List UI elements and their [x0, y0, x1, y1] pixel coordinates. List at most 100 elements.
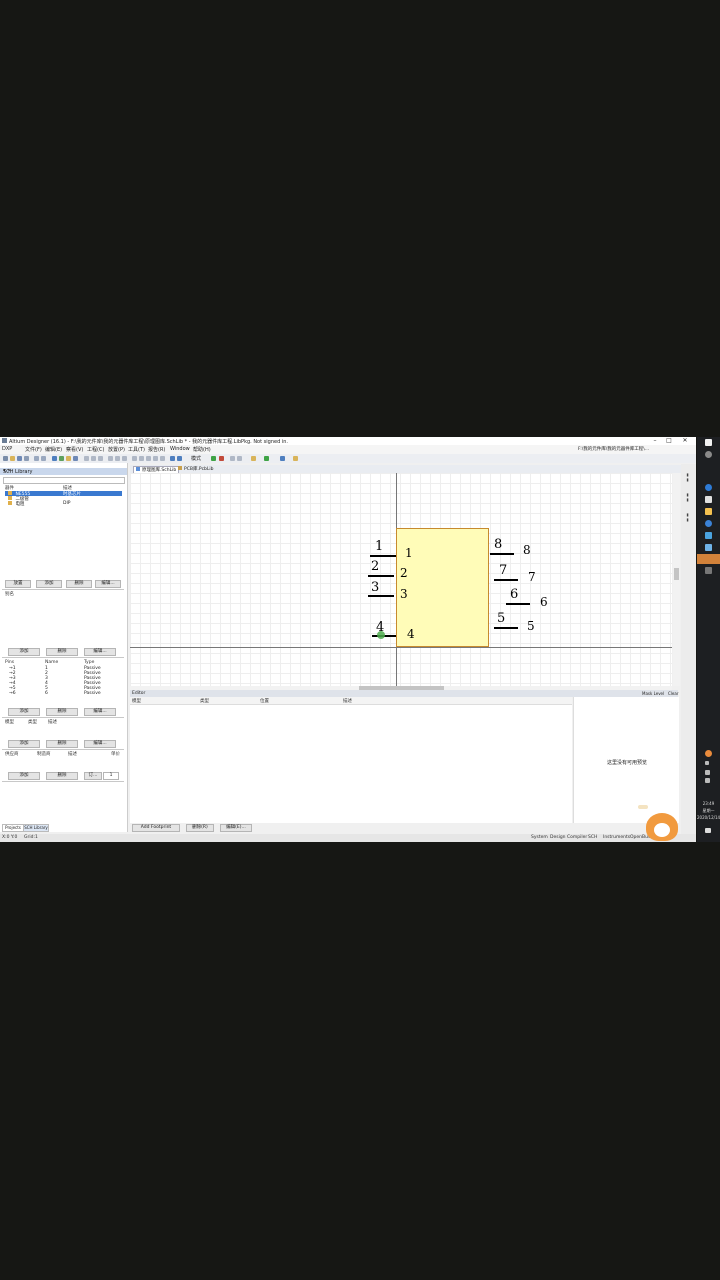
menu-window[interactable]: Window [170, 446, 190, 452]
minimize-button[interactable]: – [650, 437, 660, 445]
add-footprint-dropdown[interactable]: Add Footprint [132, 824, 180, 832]
file-explorer-icon[interactable] [705, 508, 712, 515]
drawing-tools-icon[interactable] [280, 456, 285, 461]
menu-project[interactable]: 工程(C) [87, 446, 104, 453]
pin-row[interactable]: →6 [9, 691, 16, 696]
right-panel-tab[interactable]: ▮▮ [685, 472, 690, 482]
windows-start-icon[interactable] [705, 439, 712, 446]
volume-icon[interactable] [705, 778, 710, 783]
browse-icon[interactable] [52, 456, 57, 461]
vertical-scroll-thumb[interactable] [674, 568, 679, 580]
compile-icon[interactable] [73, 456, 78, 461]
component-row-resistor[interactable]: 电阻 DIP [5, 501, 122, 507]
filter-icon[interactable] [146, 456, 151, 461]
edit-alias-button[interactable]: 编辑... [84, 648, 116, 656]
prev-icon[interactable] [230, 456, 235, 461]
remove-icon[interactable] [219, 456, 224, 461]
right-panel-tab[interactable]: ▮▮ [685, 512, 690, 522]
library-search-input[interactable] [3, 477, 125, 484]
next-icon[interactable] [237, 456, 242, 461]
zoom-icon[interactable] [34, 456, 39, 461]
ieee-symbols-icon[interactable] [293, 456, 298, 461]
pin-line[interactable] [494, 627, 518, 629]
menu-reports[interactable]: 报告(R) [148, 446, 165, 453]
mode-dropdown[interactable]: 模式 [191, 455, 201, 462]
menu-tools[interactable]: 工具(T) [128, 446, 145, 453]
menu-place[interactable]: 放置(P) [108, 446, 125, 453]
pin-line[interactable] [494, 579, 518, 581]
save-icon[interactable] [17, 456, 22, 461]
pin-line[interactable] [490, 553, 514, 555]
clear-icon[interactable] [153, 456, 158, 461]
quantity-stepper[interactable]: 1 [103, 772, 119, 780]
maximize-button[interactable]: □ [664, 437, 674, 445]
taskbar-weekday[interactable]: 星期一 [697, 808, 720, 814]
move-icon[interactable] [115, 456, 120, 461]
add-alias-button[interactable]: 添加 [8, 648, 40, 656]
cut-icon[interactable] [84, 456, 89, 461]
place-part-icon[interactable] [251, 456, 256, 461]
notification-icon[interactable] [705, 828, 711, 833]
right-panel-tab[interactable]: ▮▮ [685, 492, 690, 502]
altium-taskbar-icon[interactable] [697, 554, 720, 564]
add-model-button[interactable]: 添加 [8, 740, 40, 748]
status-system[interactable]: System [531, 835, 548, 840]
path-box[interactable]: F:\我的元件库\我的元器件库工程\... [578, 446, 649, 452]
menu-view[interactable]: 察看(V) [66, 446, 83, 453]
delete-pin-button[interactable]: 删除 [46, 708, 78, 716]
search-icon[interactable] [705, 451, 712, 458]
edit-component-button[interactable]: 编辑... [95, 580, 121, 588]
mail-icon[interactable] [705, 544, 712, 551]
menu-file[interactable]: 文件(F) [25, 446, 42, 453]
place-button[interactable]: 放置 [5, 580, 31, 588]
deselect-icon[interactable] [132, 456, 137, 461]
status-instruments[interactable]: Instruments [603, 835, 630, 840]
delete-supplier-button[interactable]: 删除 [46, 772, 78, 780]
copy-icon[interactable] [91, 456, 96, 461]
delete-alias-button[interactable]: 删除 [46, 648, 78, 656]
pin-icon[interactable] [264, 456, 269, 461]
tab-projects[interactable]: Projects [2, 824, 24, 832]
folder-icon[interactable] [66, 456, 71, 461]
delete-component-button[interactable]: 删除 [66, 580, 92, 588]
tab-pcblib[interactable]: PCB库.PcbLib [176, 466, 216, 473]
remove-model-button[interactable]: 删除(R) [186, 824, 214, 832]
edge-browser-icon[interactable] [705, 484, 712, 491]
network-icon[interactable] [705, 770, 710, 775]
add-component-button[interactable]: 添加 [36, 580, 62, 588]
open-icon[interactable] [10, 456, 15, 461]
menu-dxp[interactable]: DXP [2, 446, 12, 452]
print-icon[interactable] [24, 456, 29, 461]
taskbar-time[interactable]: 23:49 [697, 801, 720, 806]
app-icon[interactable] [705, 496, 712, 503]
undo-icon[interactable] [170, 456, 175, 461]
menu-edit[interactable]: 编辑(E) [45, 446, 62, 453]
vertical-scrollbar[interactable] [673, 473, 680, 686]
mask-level-button[interactable]: Mask Level [642, 691, 664, 696]
close-button[interactable]: ✕ [680, 437, 690, 445]
pin-line[interactable] [506, 603, 530, 605]
pin-line[interactable] [368, 595, 394, 597]
tray-chevron-icon[interactable] [705, 761, 709, 765]
zoom-fit-icon[interactable] [41, 456, 46, 461]
edit-pin-button[interactable]: 编辑... [84, 708, 116, 716]
paste-icon[interactable] [98, 456, 103, 461]
delete-model-button[interactable]: 删除 [46, 740, 78, 748]
taskbar-date[interactable]: 2020/12/14 [697, 815, 720, 820]
tab-sch-library[interactable]: SCH Library [23, 824, 49, 832]
cross-probe-icon[interactable] [139, 456, 144, 461]
new-icon[interactable] [3, 456, 8, 461]
add-supplier-button[interactable]: 添加 [8, 772, 40, 780]
schematic-canvas[interactable]: 1 1 2 2 3 3 4 4 8 8 7 7 6 6 5 5 [130, 473, 672, 686]
tray-app-icon[interactable] [705, 750, 712, 757]
pin-line[interactable] [370, 555, 396, 557]
app-icon[interactable] [705, 567, 712, 574]
add-icon[interactable] [211, 456, 216, 461]
order-button[interactable]: 订... [84, 772, 102, 780]
status-design-compiler[interactable]: Design Compiler [550, 835, 587, 840]
grid-icon[interactable] [59, 456, 64, 461]
panel-controls[interactable]: ▾ ✕ [3, 468, 124, 474]
align-icon[interactable] [122, 456, 127, 461]
rubber-stamp-icon[interactable] [160, 456, 165, 461]
add-pin-button[interactable]: 添加 [8, 708, 40, 716]
